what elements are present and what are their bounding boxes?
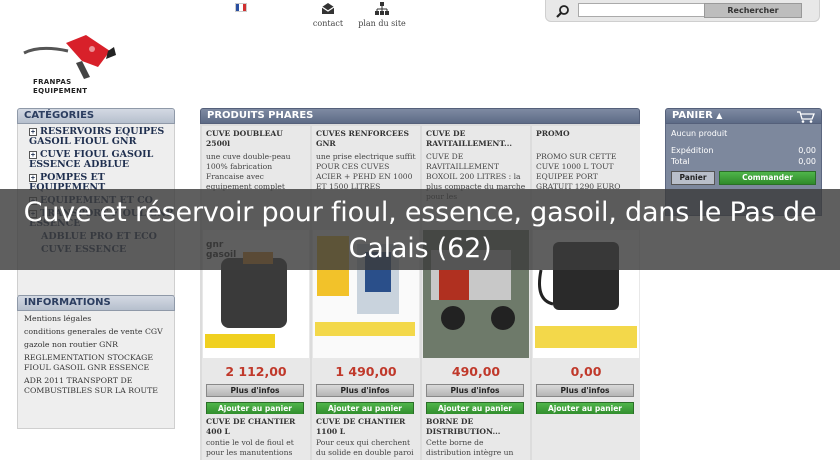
products-row-2: CUVE DE CHANTIER 400 L contie le vol de f… bbox=[200, 414, 640, 460]
contact-label: contact bbox=[312, 19, 344, 28]
products-title: PRODUITS PHARES bbox=[200, 108, 640, 124]
expand-plus-icon[interactable]: + bbox=[29, 151, 37, 159]
checkout-button[interactable]: Commander bbox=[719, 171, 816, 185]
product-card: PROMO PROMO SUR CETTE CUVE 1000 L TOUT EQ… bbox=[532, 126, 640, 416]
category-label: CUVE FIOUL GASOIL ESSENCE ADBLUE bbox=[29, 149, 154, 170]
cart-total-row: Total 0,00 bbox=[671, 157, 816, 166]
category-item[interactable]: + RESERVOIRS EQUIPES GASOIL FIOUL GNR bbox=[29, 127, 174, 147]
category-label: RESERVOIRS EQUIPES GASOIL FIOUL GNR bbox=[29, 126, 165, 147]
product-card: CUVE DE RAVITAILLEMENT... CUVE DE RAVITAI… bbox=[422, 126, 530, 416]
info-link[interactable]: ADR 2011 TRANSPORT DE COMBUSTIBLES SUR L… bbox=[24, 376, 168, 396]
info-link[interactable]: REGLEMENTATION STOCKAGE FIOUL GASOIL GNR… bbox=[24, 353, 168, 373]
product-description: Pour ceux qui cherchent du solide en dou… bbox=[316, 438, 414, 457]
search-button[interactable]: Rechercher bbox=[704, 3, 802, 18]
product-price: 2 112,00 bbox=[225, 364, 287, 379]
featured-products: PRODUITS PHARES CUVE DOUBLEAU 2500l une c… bbox=[200, 108, 640, 460]
caret-up-icon: ▲ bbox=[716, 111, 723, 120]
fuel-nozzle-icon bbox=[23, 35, 116, 79]
product-name[interactable]: CUVE DE CHANTIER 1100 L bbox=[312, 414, 420, 436]
product-name[interactable]: CUVE DE CHANTIER 400 L bbox=[202, 414, 310, 436]
sitemap-link[interactable]: plan du site bbox=[347, 2, 417, 28]
french-flag-icon[interactable] bbox=[235, 3, 247, 12]
product-name[interactable] bbox=[532, 414, 640, 436]
search-bar: Rechercher bbox=[545, 0, 820, 22]
info-link[interactable]: Mentions légales bbox=[24, 314, 168, 324]
info-link[interactable]: gazole non routier GNR bbox=[24, 340, 168, 350]
product-card: CUVE DE CHANTIER 400 L contie le vol de f… bbox=[202, 414, 310, 460]
categories-title: CATÉGORIES bbox=[17, 108, 175, 124]
product-card: CUVE DOUBLEAU 2500l une cuve double-peau … bbox=[202, 126, 310, 416]
info-link[interactable]: conditions generales de vente CGV bbox=[24, 327, 168, 337]
product-description bbox=[532, 436, 640, 460]
cart-header[interactable]: PANIER ▲ bbox=[665, 108, 822, 124]
informations-block: INFORMATIONS Mentions légales conditions … bbox=[17, 295, 175, 429]
product-name[interactable]: PROMO bbox=[532, 126, 640, 148]
more-info-button[interactable]: Plus d'infos bbox=[206, 384, 304, 397]
sitemap-icon bbox=[375, 2, 389, 15]
product-card: CUVE DE CHANTIER 1100 L Pour ceux qui che… bbox=[312, 414, 420, 460]
cart-shipping-row: Expédition 0,00 bbox=[671, 146, 816, 155]
product-price: 1 490,00 bbox=[335, 364, 397, 379]
product-name[interactable]: CUVE DOUBLEAU 2500l bbox=[202, 126, 310, 148]
more-info-button[interactable]: Plus d'infos bbox=[316, 384, 414, 397]
product-card: BORNE DE DISTRIBUTION... Cette borne de d… bbox=[422, 414, 530, 460]
category-item[interactable]: + CUVE FIOUL GASOIL ESSENCE ADBLUE bbox=[29, 150, 174, 170]
product-card: CUVES RENFORCEES GNR une prise electrique… bbox=[312, 126, 420, 416]
product-card bbox=[532, 414, 640, 460]
more-info-button[interactable]: Plus d'infos bbox=[536, 384, 634, 397]
informations-title: INFORMATIONS bbox=[17, 295, 175, 311]
product-name[interactable]: CUVES RENFORCEES GNR bbox=[312, 126, 420, 148]
product-description: Cette borne de distribution intègre un bbox=[426, 438, 514, 457]
shopping-cart-icon bbox=[797, 111, 815, 123]
product-price: 0,00 bbox=[570, 364, 602, 379]
cart-title: PANIER bbox=[672, 110, 713, 121]
more-info-button[interactable]: Plus d'infos bbox=[426, 384, 524, 397]
envelope-icon bbox=[321, 3, 335, 14]
cart-empty: Aucun produit bbox=[671, 129, 728, 138]
logo[interactable]: FRANPAS EQUIPEMENT bbox=[20, 33, 120, 99]
product-name[interactable]: CUVE DE RAVITAILLEMENT... bbox=[422, 126, 530, 148]
product-price: 490,00 bbox=[451, 364, 501, 379]
sitemap-label: plan du site bbox=[358, 19, 406, 28]
search-icon bbox=[556, 5, 569, 18]
page: contact plan du site Rechercher FRANPAS … bbox=[0, 0, 840, 460]
expand-plus-icon[interactable]: + bbox=[29, 174, 37, 182]
product-name[interactable]: BORNE DE DISTRIBUTION... bbox=[422, 414, 530, 436]
expand-plus-icon[interactable]: + bbox=[29, 128, 37, 136]
page-title-overlay: Cuve et réservoir pour fioul, essence, g… bbox=[0, 189, 840, 270]
cart-view-button[interactable]: Panier bbox=[671, 171, 715, 185]
informations-list: Mentions légales conditions generales de … bbox=[17, 311, 175, 429]
product-description: contie le vol de fioul et pour les manut… bbox=[206, 438, 294, 457]
logo-text: FRANPAS EQUIPEMENT bbox=[33, 78, 88, 95]
